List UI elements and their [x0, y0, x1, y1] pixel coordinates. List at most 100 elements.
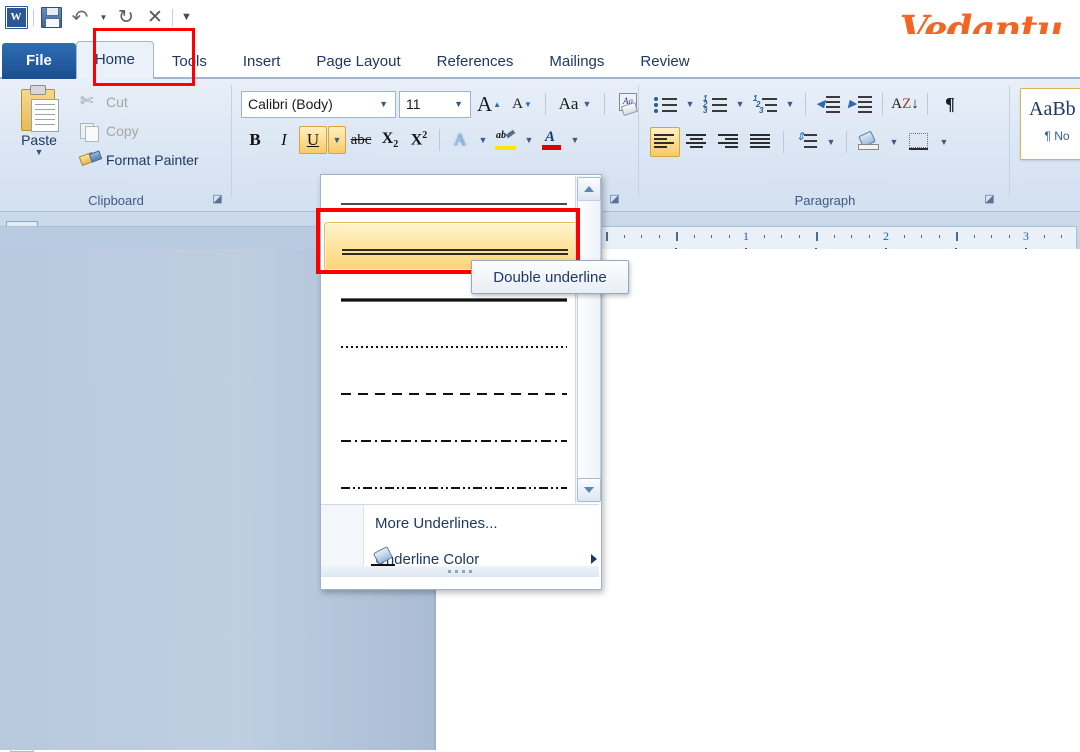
highlight-color-dropdown[interactable]: ▼ [521, 126, 537, 154]
text-highlight-color-button[interactable]: ab [492, 126, 520, 154]
single-underline[interactable] [324, 175, 596, 222]
borders-button[interactable] [904, 127, 934, 157]
more-underlines-menu-item[interactable]: More Underlines... [363, 505, 611, 541]
numbering-button[interactable]: 1 2 3 [700, 89, 730, 119]
shading-button[interactable] [854, 127, 884, 157]
clipboard-dialog-launcher[interactable]: ◪ [211, 193, 224, 206]
text-effects-button[interactable]: A [446, 126, 474, 154]
multilevel-list-button[interactable]: 1 2 3 [750, 89, 780, 119]
paste-button[interactable]: Paste ▼ [8, 85, 70, 157]
dashed-line-preview [341, 379, 567, 399]
tab-home[interactable]: Home [76, 41, 154, 79]
numbering-dropdown[interactable]: ▼ [732, 89, 748, 119]
tab-file[interactable]: File [2, 43, 76, 79]
font-color-dropdown[interactable]: ▼ [567, 126, 583, 154]
text-effects-dropdown[interactable]: ▼ [475, 126, 491, 154]
align-center-button[interactable] [682, 127, 712, 157]
chevron-down-icon[interactable]: ▼ [8, 148, 70, 157]
underline-styles-dropdown: More Underlines... Underline Color [320, 174, 602, 590]
justify-button[interactable] [746, 127, 776, 157]
dashed-underline[interactable] [324, 365, 596, 412]
submenu-arrow-icon [591, 554, 597, 564]
ruler-tick [676, 232, 678, 241]
align-right-button[interactable] [714, 127, 744, 157]
ruler-tick [1061, 235, 1062, 238]
dash-dot-underline[interactable] [324, 412, 596, 459]
horizontal-ruler[interactable]: 123 [595, 226, 1077, 250]
shrink-font-button[interactable]: A▼ [507, 89, 537, 119]
sort-az-icon: AZ↓ [891, 96, 919, 113]
close-button[interactable]: ✕ [143, 5, 167, 29]
copy-button[interactable]: Copy [76, 116, 228, 145]
undo-dropdown-button[interactable]: ▼ [97, 5, 109, 29]
customize-qat-button[interactable]: ▼ [178, 5, 194, 29]
ribbon-group-clipboard: Paste ▼ ✄ Cut Copy Format Painter Clipbo… [0, 79, 232, 211]
scroll-up-button[interactable] [577, 177, 601, 201]
tab-tools[interactable]: Tools [154, 44, 225, 79]
font-name-combobox[interactable]: Calibri (Body) ▼ [241, 91, 396, 118]
line-spacing-button[interactable]: ⇕ [791, 127, 821, 157]
bold-button[interactable]: B [241, 126, 269, 154]
word-logo-letter: W [11, 12, 22, 23]
dotted-line-preview [341, 332, 567, 352]
borders-dropdown[interactable]: ▼ [936, 127, 952, 157]
underline-list-scrollbar[interactable] [575, 176, 600, 503]
style-normal-button[interactable]: AaBb ¶ No [1020, 88, 1080, 160]
font-color-button[interactable]: A [538, 126, 566, 154]
subscript-button[interactable]: X2 [376, 126, 404, 154]
scroll-down-button[interactable] [577, 478, 601, 502]
cut-label: Cut [106, 94, 128, 110]
change-case-button[interactable]: Aa▼ [554, 89, 596, 119]
ruler-tick [921, 235, 922, 238]
ruler-tick [606, 232, 608, 241]
tab-insert[interactable]: Insert [225, 44, 299, 79]
chevron-down-icon: ▼ [181, 11, 192, 23]
font-size-combobox[interactable]: 11 ▼ [399, 91, 471, 118]
multilevel-list-dropdown[interactable]: ▼ [782, 89, 798, 119]
ruler-number: 1 [743, 229, 749, 244]
underline-dropdown-button[interactable]: ▼ [328, 126, 346, 154]
align-left-button[interactable] [650, 127, 680, 157]
bullets-dropdown[interactable]: ▼ [682, 89, 698, 119]
redo-button[interactable]: ↻ [114, 5, 138, 29]
scrollbar-thumb[interactable] [577, 200, 601, 480]
format-painter-label: Format Painter [106, 152, 199, 168]
bullets-button[interactable] [650, 89, 680, 119]
ribbon-tab-strip: File Home Tools Insert Page Layout Refer… [0, 34, 1080, 79]
decrease-indent-button[interactable]: ◀ [813, 89, 843, 119]
cut-button[interactable]: ✄ Cut [76, 87, 228, 116]
underline-button[interactable]: U [299, 126, 327, 154]
word-app-icon[interactable]: W [4, 5, 28, 29]
font-name-value: Calibri (Body) [248, 96, 333, 112]
grow-font-button[interactable]: A▲ [474, 89, 504, 119]
ruler-tick [764, 235, 765, 238]
chevron-down-icon: ▼ [449, 99, 468, 109]
tab-page-layout[interactable]: Page Layout [298, 44, 418, 79]
style-name: ¶ No [1021, 129, 1080, 143]
sort-button[interactable]: AZ↓ [890, 89, 920, 119]
tab-review[interactable]: Review [622, 44, 707, 79]
undo-button[interactable]: ↶ [68, 5, 92, 29]
superscript-button[interactable]: X2 [405, 126, 433, 154]
decrease-indent-icon: ◀ [816, 94, 840, 114]
paragraph-dialog-launcher[interactable]: ◪ [983, 193, 996, 206]
dash-dot-dot-underline[interactable] [324, 459, 596, 504]
format-painter-button[interactable]: Format Painter [76, 145, 228, 174]
tab-mailings[interactable]: Mailings [531, 44, 622, 79]
line-spacing-dropdown[interactable]: ▼ [823, 127, 839, 157]
font-dialog-launcher[interactable]: ◪ [608, 193, 621, 206]
menu-drag-grip[interactable] [321, 566, 599, 577]
clipboard-group-label: Clipboard [0, 193, 232, 208]
numbered-list-icon: 1 2 3 [703, 94, 727, 114]
show-formatting-marks-button[interactable]: ¶ [935, 89, 965, 119]
tab-references[interactable]: References [419, 44, 532, 79]
italic-button[interactable]: I [270, 126, 298, 154]
ruler-number: 2 [883, 229, 889, 244]
word-application-window: W ↶ ▼ ↻ ✕ ▼ Vedantu Learn LIVE Online Fi… [0, 0, 1080, 750]
shading-dropdown[interactable]: ▼ [886, 127, 902, 157]
save-button[interactable] [39, 5, 63, 29]
strikethrough-button[interactable]: abc [347, 126, 375, 154]
close-icon: ✕ [147, 8, 163, 27]
increase-indent-button[interactable]: ▶ [845, 89, 875, 119]
dotted-underline[interactable] [324, 318, 596, 365]
